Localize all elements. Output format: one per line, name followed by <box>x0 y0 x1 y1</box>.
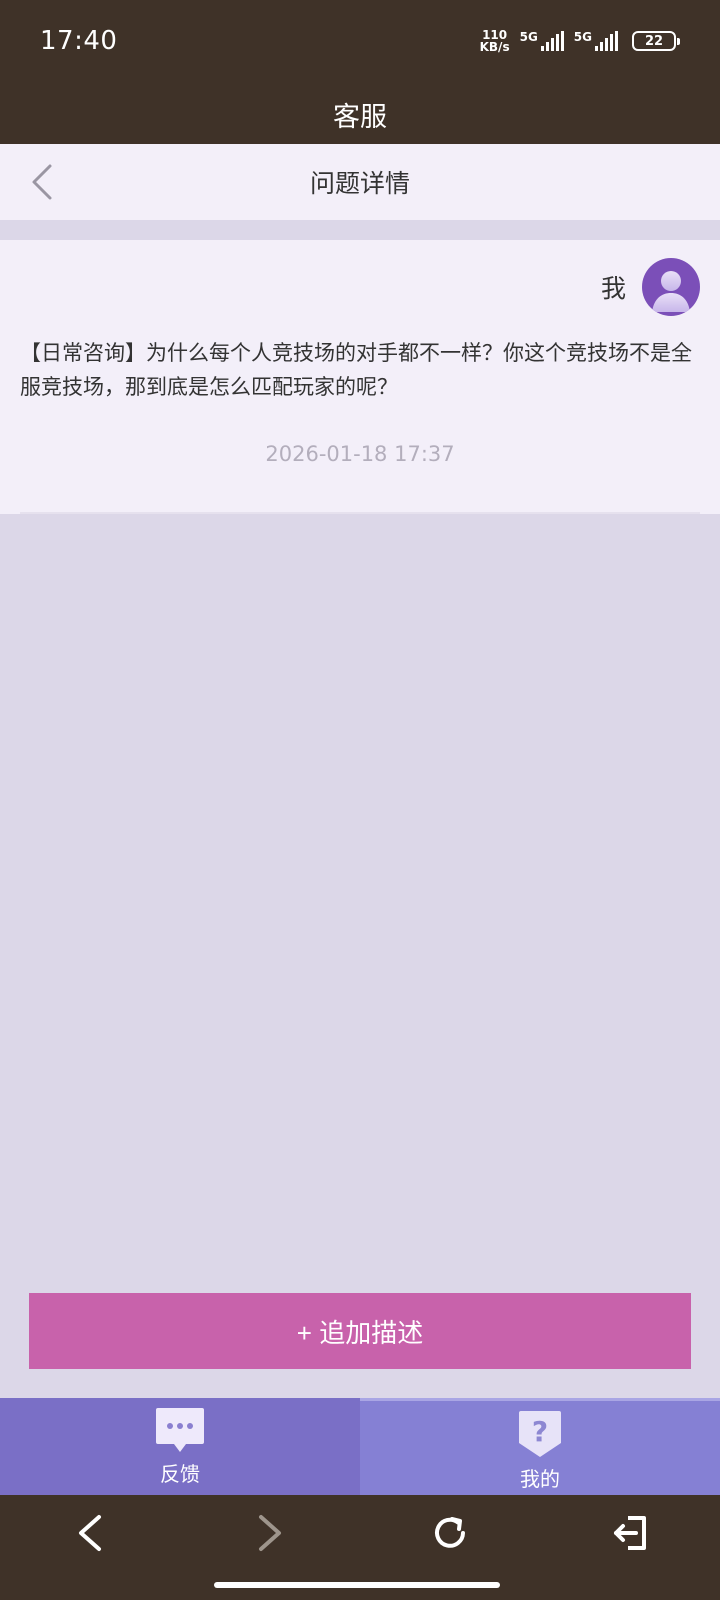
app-title: 客服 <box>333 101 387 133</box>
tab-bar: 反馈 ? 我的 <box>0 1398 720 1495</box>
status-time: 17:40 <box>40 26 118 56</box>
network-speed-unit: KB/s <box>479 40 510 54</box>
exit-icon <box>614 1515 646 1550</box>
sub-header: 问题详情 <box>0 144 720 220</box>
page-title: 问题详情 <box>309 169 410 198</box>
sender-row: 我 <box>601 258 700 316</box>
arrow-right-icon <box>259 1514 281 1551</box>
message-text: 【日常咨询】为什么每个人竞技场的对手都不一样？你这个竞技场不是全服竞技场，那到底… <box>20 341 692 399</box>
nav-back-button[interactable] <box>60 1503 120 1563</box>
signal-icon-2: 5G <box>574 31 618 51</box>
nav-forward-button[interactable] <box>240 1503 300 1563</box>
nav-exit-button[interactable] <box>600 1503 660 1563</box>
signal-label: 5G <box>519 30 538 44</box>
nav-refresh-button[interactable] <box>420 1503 480 1563</box>
battery-icon: 22 <box>632 31 680 51</box>
battery-level: 22 <box>644 33 664 49</box>
arrow-left-icon <box>79 1514 101 1551</box>
avatar <box>642 258 700 316</box>
chat-bubble-icon <box>156 1408 204 1452</box>
status-bar: 17:40 110 KB/s 5G 5G 22 <box>0 0 720 84</box>
sender-name: 我 <box>600 274 626 303</box>
message-card: 我 【日常咨询】为什么每个人竞技场的对手都不一样？你这个竞技场不是全服竞技场，那… <box>0 240 720 514</box>
question-icon: ? <box>519 1411 561 1457</box>
signal-label-2: 5G <box>573 30 592 44</box>
divider <box>20 512 700 514</box>
app-header: 客服 <box>0 84 720 144</box>
gesture-bar <box>0 1570 720 1600</box>
message-timestamp: 2026-01-18 17:37 <box>265 442 455 466</box>
svg-text:?: ? <box>532 1415 548 1448</box>
tab-feedback-label: 反馈 <box>160 1462 200 1486</box>
browser-nav-bar <box>0 1495 720 1570</box>
tab-mine[interactable]: ? 我的 <box>360 1398 720 1495</box>
user-icon <box>652 271 690 312</box>
page: 17:40 110 KB/s 5G 5G 22 客服 问题详情 我 【日常咨询】… <box>0 0 720 1600</box>
tab-feedback[interactable]: 反馈 <box>0 1398 360 1495</box>
home-indicator[interactable] <box>214 1582 500 1588</box>
back-button[interactable] <box>22 162 62 202</box>
tab-mine-label: 我的 <box>520 1467 560 1491</box>
network-speed: 110 KB/s <box>480 29 510 53</box>
refresh-icon <box>435 1516 465 1548</box>
signal-icon: 5G <box>520 31 564 51</box>
add-description-button[interactable]: + 追加描述 <box>29 1293 691 1369</box>
chevron-left-icon <box>32 164 52 200</box>
status-icons: 110 KB/s 5G 5G 22 <box>480 26 680 56</box>
